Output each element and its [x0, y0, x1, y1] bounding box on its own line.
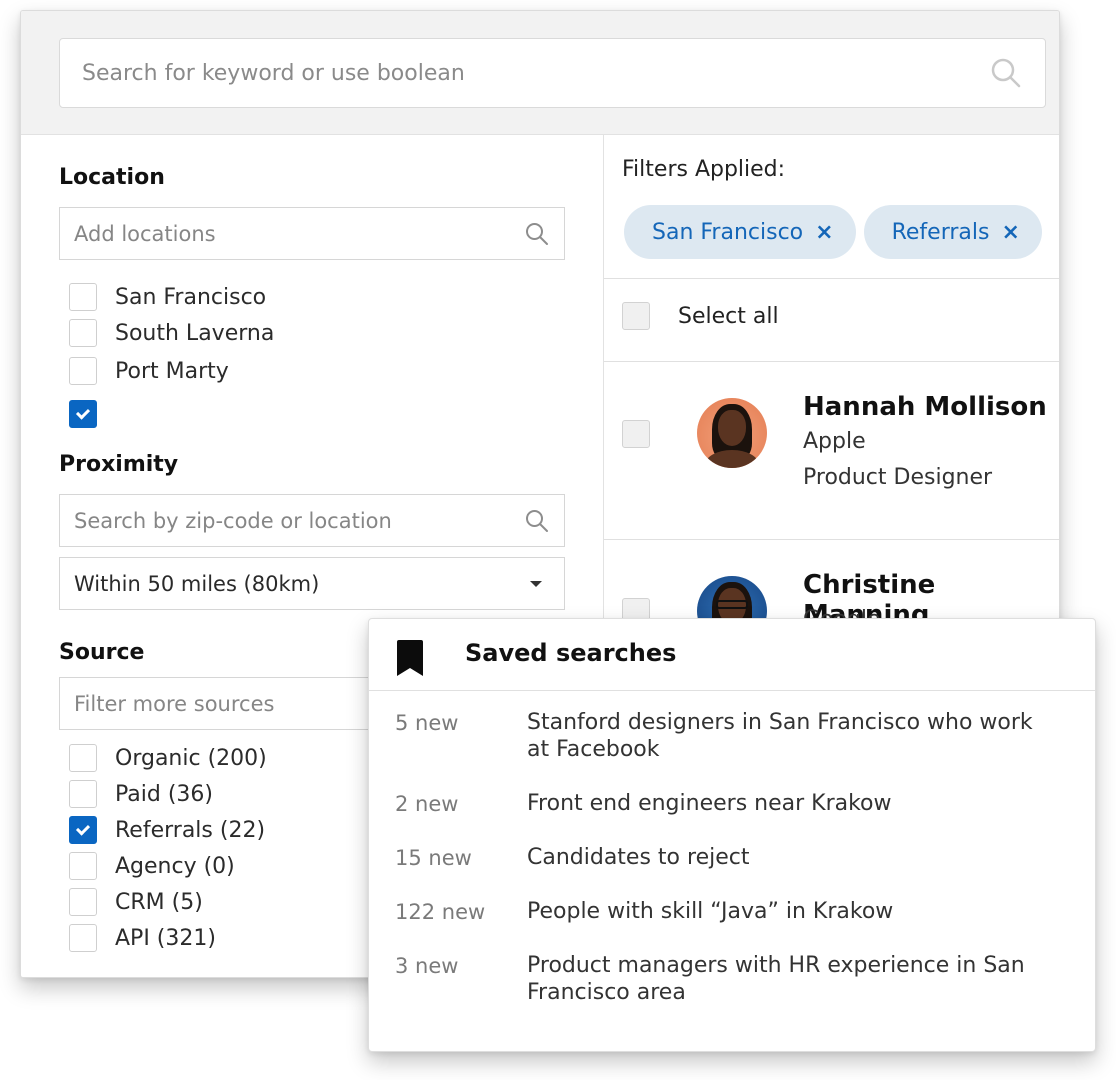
location-search-field[interactable]: [59, 207, 565, 260]
new-count: 3 new: [395, 954, 459, 978]
saved-query[interactable]: Front end engineers near Krakow: [527, 790, 1057, 817]
select-all-row[interactable]: Select all: [622, 300, 779, 332]
candidate-row[interactable]: Hannah Mollison Apple Product Designer: [604, 362, 1059, 540]
location-option[interactable]: San Francisco: [69, 279, 274, 315]
checkbox[interactable]: [69, 357, 97, 385]
checkbox[interactable]: [69, 852, 97, 880]
chevron-down-icon: [530, 580, 542, 587]
select-all-checkbox[interactable]: [622, 302, 650, 330]
option-label: Port Marty: [115, 358, 229, 384]
filter-chip-san-francisco[interactable]: San Francisco ×: [624, 205, 856, 259]
chip-label: San Francisco: [652, 219, 804, 245]
top-search-bar: [21, 11, 1059, 135]
saved-searches-popup: Saved searches 5 new Stanford designers …: [368, 618, 1096, 1052]
checkbox[interactable]: [69, 283, 97, 311]
option-label: CRM (5): [115, 889, 203, 915]
location-option[interactable]: South Laverna: [69, 315, 274, 351]
source-option[interactable]: CRM (5): [69, 884, 267, 920]
checkbox[interactable]: [69, 888, 97, 916]
proximity-range-select[interactable]: Within 50 miles (80km): [59, 557, 565, 610]
keyword-search-box[interactable]: [59, 38, 1046, 108]
proximity-range-value: Within 50 miles (80km): [74, 571, 320, 596]
option-label: Referrals (22): [115, 817, 266, 843]
close-icon[interactable]: ×: [1001, 220, 1019, 245]
option-label: Organic (200): [115, 745, 267, 771]
location-options: San Francisco South Laverna Port Marty: [69, 279, 274, 437]
checkbox-checked[interactable]: [69, 816, 97, 844]
saved-query[interactable]: Candidates to reject: [527, 844, 1057, 871]
location-title: Location: [59, 165, 165, 190]
saved-query[interactable]: People with skill “Java” in Krakow: [527, 898, 1057, 925]
avatar-face: [718, 410, 746, 446]
location-option[interactable]: [69, 391, 274, 437]
bookmark-icon: [397, 640, 423, 676]
saved-query[interactable]: Product managers with HR experience in S…: [527, 952, 1057, 1006]
checkbox-checked[interactable]: [69, 400, 97, 428]
avatar: [697, 398, 767, 468]
divider: [604, 278, 1059, 279]
applied-filter-chips: San Francisco × Referrals ×: [624, 205, 1042, 259]
avatar-glasses: [716, 600, 748, 609]
filters-applied-label: Filters Applied:: [622, 157, 786, 182]
location-option[interactable]: Port Marty: [69, 351, 274, 391]
checkbox[interactable]: [69, 924, 97, 952]
candidate-company: Apple: [803, 429, 866, 454]
candidate-title: Product Designer: [803, 465, 993, 490]
proximity-search-field[interactable]: [59, 494, 565, 547]
option-label: Agency (0): [115, 853, 235, 879]
search-icon[interactable]: [989, 56, 1023, 90]
candidate-name[interactable]: Hannah Mollison: [803, 392, 1047, 422]
checkbox[interactable]: [69, 319, 97, 347]
source-option[interactable]: API (321): [69, 920, 267, 956]
proximity-search-input[interactable]: [74, 508, 524, 533]
search-icon[interactable]: [524, 221, 550, 247]
new-count: 122 new: [395, 900, 486, 924]
saved-query[interactable]: Stanford designers in San Francisco who …: [527, 709, 1057, 763]
option-label: South Laverna: [115, 320, 275, 346]
candidate-checkbox[interactable]: [622, 420, 650, 448]
close-icon[interactable]: ×: [815, 220, 833, 245]
select-all-label: Select all: [678, 303, 779, 329]
new-count: 2 new: [395, 792, 459, 816]
keyword-search-input[interactable]: [82, 60, 989, 86]
checkbox[interactable]: [69, 780, 97, 808]
new-count: 15 new: [395, 846, 472, 870]
avatar-shoulders: [705, 450, 759, 468]
search-icon[interactable]: [524, 508, 550, 534]
source-title: Source: [59, 640, 145, 665]
new-count: 5 new: [395, 711, 459, 735]
option-label: Paid (36): [115, 781, 213, 807]
source-option[interactable]: Organic (200): [69, 740, 267, 776]
filter-chip-referrals[interactable]: Referrals ×: [863, 205, 1042, 259]
proximity-title: Proximity: [59, 452, 179, 477]
source-options: Organic (200) Paid (36) Referrals (22) A…: [69, 740, 267, 956]
location-search-input[interactable]: [74, 221, 524, 246]
source-option[interactable]: Agency (0): [69, 848, 267, 884]
option-label: API (321): [115, 925, 216, 951]
source-option[interactable]: Paid (36): [69, 776, 267, 812]
saved-searches-title: Saved searches: [465, 639, 677, 667]
checkbox[interactable]: [69, 744, 97, 772]
source-option[interactable]: Referrals (22): [69, 812, 267, 848]
chip-label: Referrals: [891, 219, 990, 245]
option-label: San Francisco: [115, 284, 267, 310]
saved-searches-header: Saved searches: [369, 619, 1095, 691]
